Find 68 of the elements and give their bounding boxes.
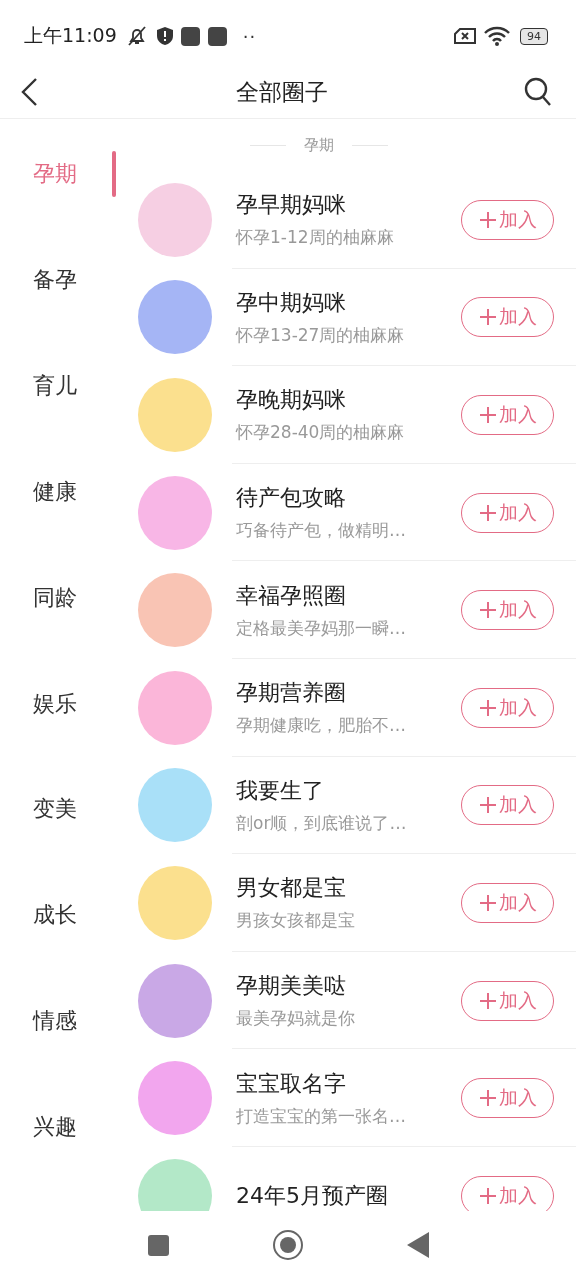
category-tab[interactable]: 娱乐	[0, 680, 116, 787]
circle-description: 最美孕妈就是你	[236, 1007, 356, 1031]
circle-name: 宝宝取名字	[236, 1069, 347, 1098]
category-tab[interactable]: 育儿	[0, 362, 116, 469]
category-tab[interactable]: 兴趣	[0, 1104, 116, 1211]
join-button[interactable]: 加入	[461, 1078, 554, 1119]
circle-name: 男女都是宝	[236, 874, 347, 903]
recent-apps-icon[interactable]	[147, 1234, 169, 1256]
app-icon	[207, 26, 227, 46]
join-button[interactable]: 加入	[461, 590, 554, 631]
circle-name: 待产包攻略	[236, 484, 347, 513]
circle-name: 孕早期妈咪	[236, 191, 347, 220]
plus-icon	[478, 601, 497, 620]
plus-icon	[478, 1089, 497, 1108]
plus-icon	[478, 893, 497, 912]
join-button[interactable]: 加入	[461, 199, 554, 240]
join-button[interactable]: 加入	[461, 687, 554, 728]
join-button[interactable]: 加入	[461, 492, 554, 533]
plus-icon	[478, 991, 497, 1010]
circle-name: 孕中期妈咪	[236, 288, 347, 317]
circle-description: 孕期健康吃，肥胎不…	[236, 714, 407, 738]
home-icon[interactable]	[272, 1230, 303, 1260]
app-icon	[180, 26, 200, 46]
shield-icon	[156, 27, 173, 45]
circle-description: 怀孕1-12周的柚麻麻	[236, 226, 395, 250]
join-button[interactable]: 加入	[461, 395, 554, 435]
join-button[interactable]: 加入	[461, 882, 554, 923]
back-triangle-icon[interactable]	[406, 1232, 429, 1258]
circle-name: 孕期美美哒	[236, 972, 347, 1001]
wifi-icon	[484, 26, 510, 46]
plus-icon	[478, 406, 497, 424]
search-icon[interactable]	[524, 77, 552, 107]
category-tab[interactable]: 备孕	[0, 256, 116, 363]
join-button[interactable]: 加入	[461, 297, 554, 338]
category-tab[interactable]: 情感	[0, 998, 116, 1105]
plus-icon	[478, 210, 497, 229]
circle-description: 男孩女孩都是宝	[236, 909, 356, 933]
category-tab[interactable]: 健康	[0, 468, 116, 575]
circle-description: 怀孕28-40周的柚麻麻	[236, 421, 406, 445]
plus-icon	[478, 796, 497, 815]
plus-icon	[478, 503, 497, 522]
sim-card-icon	[454, 28, 476, 44]
section-title: 孕期	[304, 135, 334, 155]
category-tab[interactable]: 变美	[0, 786, 116, 893]
join-button[interactable]: 加入	[461, 1175, 554, 1211]
join-button[interactable]: 加入	[461, 980, 554, 1021]
circle-name: 幸福孕照圈	[236, 581, 347, 610]
circle-name: 24年5月预产圈	[236, 1181, 389, 1210]
circle-description: 打造宝宝的第一张名…	[236, 1104, 407, 1128]
circle-name: 我要生了	[236, 776, 325, 805]
category-tab[interactable]: 孕期	[0, 151, 116, 257]
circle-description: 怀孕13-27周的柚麻麻	[236, 323, 406, 347]
status-time: 上午11:09	[24, 23, 117, 48]
page-title: 全部圈子	[236, 77, 328, 107]
join-button[interactable]: 加入	[461, 785, 554, 826]
back-icon[interactable]	[20, 77, 40, 107]
plus-icon	[478, 308, 497, 327]
circle-name: 孕晚期妈咪	[236, 386, 347, 415]
battery-indicator: 94	[520, 27, 548, 45]
category-tab[interactable]: 同龄	[0, 574, 116, 681]
circle-description: 剖or顺，到底谁说了…	[236, 811, 408, 835]
circle-name: 孕期营养圈	[236, 679, 347, 708]
circle-description: 定格最美孕妈那一瞬…	[236, 616, 407, 640]
more-notifications: ··	[242, 25, 257, 47]
plus-icon	[478, 698, 497, 717]
circle-description: 巧备待产包，做精明…	[236, 519, 407, 543]
plus-icon	[478, 1186, 497, 1205]
category-tab[interactable]: 成长	[0, 892, 116, 999]
